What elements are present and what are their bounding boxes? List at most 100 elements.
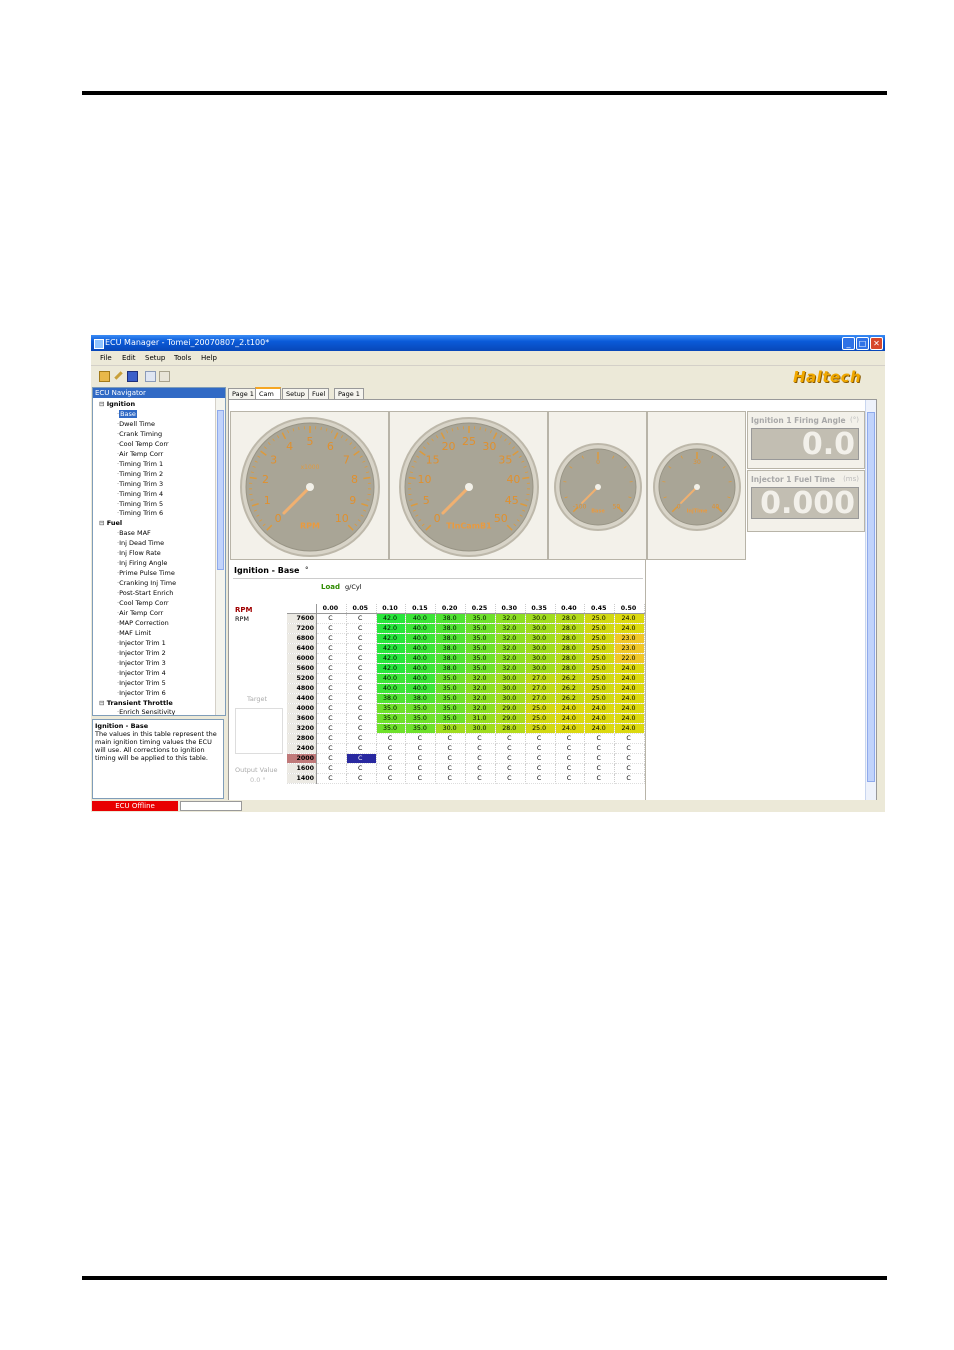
table-cell[interactable]: C	[316, 703, 347, 714]
table-cell[interactable]: C	[405, 733, 437, 744]
navigator-item[interactable]: ·Crank Timing	[117, 430, 162, 438]
table-cell[interactable]: C	[525, 773, 556, 784]
table-cell[interactable]: C	[584, 743, 616, 754]
load-column-header[interactable]: 0.50	[614, 604, 645, 614]
minimize-button[interactable]: _	[842, 337, 855, 350]
navigator-item[interactable]: ·Injector Trim 1	[117, 639, 166, 647]
table-cell[interactable]: C	[346, 713, 377, 724]
table-cell[interactable]: C	[614, 763, 645, 774]
table-cell[interactable]: 40.0	[376, 673, 407, 684]
table-cell[interactable]: 28.0	[555, 613, 586, 624]
table-cell[interactable]: C	[346, 683, 377, 694]
table-cell[interactable]: C	[555, 753, 586, 764]
table-cell[interactable]: C	[555, 763, 586, 774]
table-cell[interactable]: C	[316, 723, 347, 734]
table-cell[interactable]: C	[525, 743, 556, 754]
navigator-item[interactable]: ·Inj Dead Time	[117, 539, 164, 547]
table-cell[interactable]: 32.0	[495, 623, 526, 634]
navigator-item[interactable]: ·Air Temp Corr	[117, 450, 163, 458]
table-cell[interactable]: 25.0	[584, 653, 616, 664]
table-cell[interactable]: 28.0	[555, 623, 586, 634]
table-cell[interactable]: 42.0	[376, 653, 407, 664]
table-cell[interactable]: C	[525, 753, 556, 764]
table-cell[interactable]: C	[316, 613, 347, 624]
table-cell[interactable]: 22.0	[614, 653, 645, 664]
rpm-row-header[interactable]: 4400	[287, 693, 317, 704]
table-cell[interactable]: 24.0	[614, 683, 645, 694]
table-cell[interactable]: 30.0	[495, 673, 526, 684]
table-cell[interactable]: 26.2	[555, 683, 586, 694]
table-cell[interactable]: 24.0	[584, 723, 616, 734]
table-cell[interactable]: C	[435, 763, 467, 774]
table-cell[interactable]: C	[465, 733, 496, 744]
table-cell[interactable]: C	[316, 773, 347, 784]
table-cell[interactable]: 25.0	[584, 643, 616, 654]
table-cell[interactable]: C	[614, 773, 645, 784]
rpm-row-header[interactable]: 7600	[287, 613, 317, 624]
table-cell[interactable]: 40.0	[405, 673, 437, 684]
load-column-header[interactable]: 0.20	[435, 604, 467, 614]
table-cell[interactable]: C	[555, 743, 586, 754]
table-cell[interactable]: 30.0	[525, 613, 556, 624]
table-cell[interactable]: 24.0	[555, 703, 586, 714]
table-cell[interactable]: 40.0	[376, 683, 407, 694]
rpm-row-header[interactable]: 3600	[287, 713, 317, 724]
table-cell[interactable]: C	[614, 753, 645, 764]
table-cell[interactable]: C	[525, 733, 556, 744]
table-cell[interactable]: 24.0	[614, 623, 645, 634]
table-cell[interactable]: 32.0	[495, 643, 526, 654]
navigator-item[interactable]: ·Prime Pulse Time	[117, 569, 175, 577]
table-cell[interactable]: 28.0	[555, 643, 586, 654]
table-cell[interactable]: 35.0	[405, 703, 437, 714]
table-cell[interactable]: C	[316, 633, 347, 644]
table-cell[interactable]: 35.0	[465, 653, 496, 664]
navigator-item[interactable]: ·Inj Firing Angle	[117, 559, 167, 567]
table-cell[interactable]: 28.0	[495, 723, 526, 734]
table-cell[interactable]: C	[525, 763, 556, 774]
table-cell[interactable]: C	[346, 673, 377, 684]
table-cell[interactable]: C	[405, 743, 437, 754]
table-cell[interactable]: 35.0	[376, 713, 407, 724]
table-cell[interactable]: C	[316, 693, 347, 704]
table-cell[interactable]: 38.0	[435, 623, 467, 634]
table-cell[interactable]: C	[584, 733, 616, 744]
navigator-item[interactable]: ·Enrich Sensitivity	[117, 708, 175, 715]
table-unit-tab[interactable]: °	[305, 566, 309, 574]
menu-help[interactable]: Help	[201, 354, 217, 362]
table-cell[interactable]: 42.0	[376, 623, 407, 634]
table-cell[interactable]: 40.0	[405, 653, 437, 664]
navigator-item[interactable]: ·Cool Temp Corr	[117, 440, 169, 448]
table-cell[interactable]: 32.0	[495, 633, 526, 644]
table-cell[interactable]: C	[465, 753, 496, 764]
table-cell[interactable]: 25.0	[525, 723, 556, 734]
menu-tools[interactable]: Tools	[174, 354, 191, 362]
table-cell[interactable]: 30.0	[435, 723, 467, 734]
table-cell[interactable]: C	[405, 753, 437, 764]
table-cell[interactable]: 35.0	[465, 633, 496, 644]
table-cell[interactable]: 26.2	[555, 673, 586, 684]
table-cell[interactable]: 24.0	[614, 663, 645, 674]
table-cell[interactable]: 35.0	[435, 673, 467, 684]
table-cell[interactable]: C	[346, 773, 377, 784]
table-cell[interactable]: 35.0	[376, 703, 407, 714]
table-cell[interactable]: C	[495, 733, 526, 744]
table-cell[interactable]: C	[435, 753, 467, 764]
navigator-group[interactable]: ⊟ Ignition	[99, 400, 135, 408]
navigator-item[interactable]: ·Post-Start Enrich	[117, 589, 173, 597]
navigator-item[interactable]: ·Injector Trim 6	[117, 689, 166, 697]
table-cell[interactable]: 24.0	[555, 713, 586, 724]
table-cell[interactable]: C	[376, 753, 407, 764]
navigator-item[interactable]: ·Timing Trim 4	[117, 490, 163, 498]
table-cell[interactable]: 28.0	[555, 653, 586, 664]
table-cell[interactable]: 42.0	[376, 633, 407, 644]
table-cell[interactable]: C	[346, 653, 377, 664]
table-cell[interactable]: 25.0	[525, 713, 556, 724]
table-cell[interactable]: 35.0	[465, 663, 496, 674]
table-cell[interactable]: 32.0	[495, 613, 526, 624]
navigator-item[interactable]: ·Timing Trim 1	[117, 460, 163, 468]
table-cell[interactable]: 27.0	[525, 673, 556, 684]
table-cell[interactable]: C	[435, 773, 467, 784]
rpm-row-header[interactable]: 3200	[287, 723, 317, 734]
table-cell[interactable]: C	[346, 663, 377, 674]
table-cell[interactable]: 28.0	[555, 633, 586, 644]
